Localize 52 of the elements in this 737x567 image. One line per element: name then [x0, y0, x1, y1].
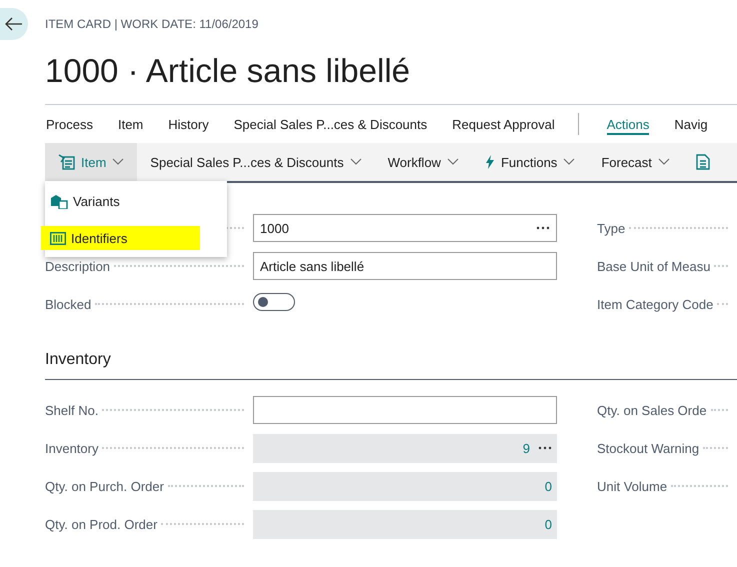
tab[interactable]: Request Approval — [452, 116, 555, 132]
action-button[interactable]: Special Sales P...ces & Discounts — [137, 143, 375, 181]
tab[interactable]: Process — [46, 116, 93, 132]
field-value[interactable]: 0 — [544, 478, 552, 494]
field-label: Qty. on Sales Orde — [597, 402, 708, 418]
field-label: Shelf No. — [45, 402, 100, 418]
input-field[interactable] — [253, 396, 557, 424]
boxes-icon — [50, 193, 68, 209]
breadcrumb: ITEM CARD | WORK DATE: 11/06/2019 — [45, 17, 258, 31]
chevron-down-icon — [563, 158, 576, 166]
action-button[interactable]: Forecast — [588, 143, 683, 181]
field-label: Blocked — [45, 296, 92, 312]
action-button[interactable]: Workflow — [374, 143, 472, 181]
tab[interactable]: Navig — [674, 116, 708, 132]
tab[interactable]: Actions — [606, 116, 650, 134]
field-value[interactable]: 0 — [544, 516, 552, 532]
lightning-icon — [484, 155, 495, 169]
field-value: Article sans libellé — [260, 258, 364, 274]
field-label: Inventory — [45, 440, 100, 456]
input-field[interactable]: 1000 — [253, 214, 557, 242]
action-button[interactable]: Functions — [472, 143, 588, 181]
menu-item[interactable]: Variants — [45, 189, 227, 213]
more-icon[interactable] — [536, 226, 550, 230]
chevron-down-icon — [350, 158, 362, 166]
page-title: 1000 · Article sans libellé — [45, 52, 737, 105]
tab[interactable]: Item — [118, 116, 144, 132]
toggle-switch[interactable] — [253, 293, 295, 311]
field-label: Type — [597, 220, 626, 236]
action-button[interactable]: Item — [45, 143, 138, 181]
field-label: Description — [45, 258, 112, 274]
field-label: Item Category Code — [597, 296, 714, 312]
field-label: Base Unit of Measu — [597, 258, 712, 274]
field-value[interactable]: 9 — [522, 440, 530, 456]
menu-item[interactable]: Identifiers — [41, 226, 200, 250]
field-label: Stockout Warning — [597, 440, 700, 456]
back-arrow-icon — [5, 17, 23, 31]
field-label: Qty. on Prod. Order — [45, 516, 158, 532]
item-card-icon — [58, 154, 75, 170]
field-label: Qty. on Purch. Order — [45, 478, 165, 494]
back-button[interactable] — [0, 8, 28, 40]
field-value: 1000 — [260, 220, 289, 236]
chevron-down-icon — [658, 158, 670, 166]
input-field[interactable]: Article sans libellé — [253, 252, 557, 280]
tab[interactable]: Special Sales P...ces & Discounts — [234, 116, 428, 132]
field-label: Unit Volume — [597, 478, 668, 494]
document-icon — [696, 154, 710, 170]
barcode-icon — [50, 232, 66, 244]
more-icon[interactable] — [538, 446, 552, 450]
tab[interactable]: History — [168, 116, 209, 132]
chevron-down-icon — [446, 158, 459, 166]
chevron-down-icon — [112, 158, 124, 166]
section-heading: Inventory — [45, 339, 737, 380]
